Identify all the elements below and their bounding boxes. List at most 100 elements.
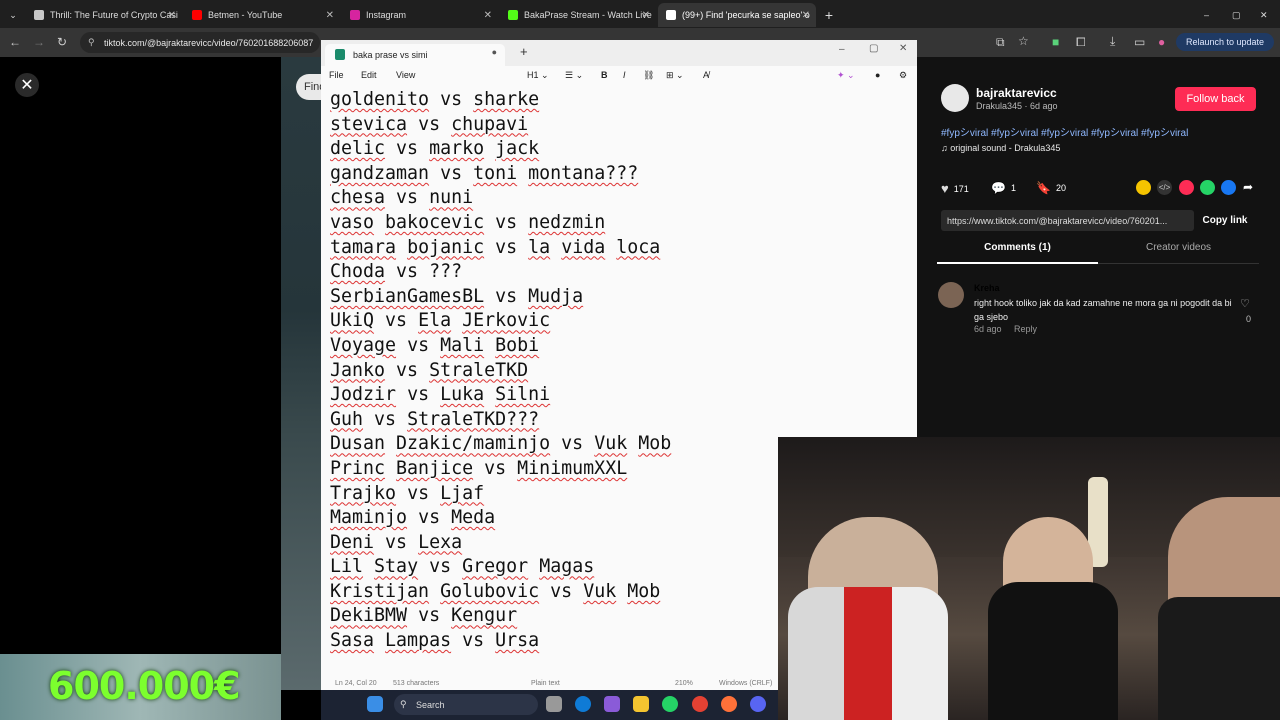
profile-icon[interactable]: ● bbox=[1158, 35, 1165, 49]
taskbar-search[interactable]: ⚲ Search bbox=[394, 694, 538, 715]
file-explorer-icon[interactable] bbox=[633, 696, 649, 712]
comment-bubble-icon: 💬 bbox=[991, 181, 1006, 195]
clear-format-icon[interactable]: A̸ bbox=[703, 70, 709, 80]
search-label: Search bbox=[416, 699, 445, 710]
close-tab-icon[interactable]: ✕ bbox=[642, 10, 650, 21]
tab-creator-videos[interactable]: Creator videos bbox=[1098, 242, 1259, 264]
text-line: Voyage vs Mali Bobi bbox=[330, 334, 540, 356]
embed-icon[interactable]: </> bbox=[1157, 180, 1172, 195]
close-video-button[interactable]: ✕ bbox=[15, 73, 39, 97]
notepad-close-icon[interactable]: ✕ bbox=[899, 43, 907, 54]
close-tab-icon[interactable]: ✕ bbox=[168, 10, 176, 21]
table-icon[interactable]: ⊞ ⌄ bbox=[666, 70, 684, 81]
cast-icon[interactable]: ⧉ bbox=[996, 35, 1005, 50]
save-count: 20 bbox=[1055, 183, 1066, 193]
extension-icon[interactable]: ■ bbox=[1052, 35, 1059, 49]
tab-comments[interactable]: Comments (1) bbox=[937, 242, 1098, 264]
copilot-icon[interactable]: ✦ ⌄ bbox=[837, 70, 855, 81]
download-icon[interactable]: ⤓ bbox=[1110, 34, 1115, 49]
send-icon[interactable] bbox=[1179, 180, 1194, 195]
share-arrow-icon[interactable]: ➦ bbox=[1243, 180, 1258, 195]
video-link-field[interactable]: https://www.tiktok.com/@bajraktarevicc/v… bbox=[941, 210, 1194, 231]
notepad-app-icon bbox=[335, 49, 345, 60]
tab-youtube[interactable]: Betmen - YouTube ✕ bbox=[184, 3, 340, 27]
reply-button[interactable]: Reply bbox=[1014, 324, 1037, 334]
heading-select[interactable]: H1 ⌄ bbox=[527, 70, 549, 81]
facebook-icon[interactable] bbox=[1221, 180, 1236, 195]
chrome-icon[interactable] bbox=[692, 696, 708, 712]
new-tab-button[interactable]: + bbox=[820, 3, 838, 27]
comment-text: right hook toliko jak da kad zamahne ne … bbox=[974, 298, 1232, 322]
bold-icon[interactable]: B bbox=[601, 70, 608, 80]
commenter-avatar[interactable] bbox=[938, 282, 964, 308]
close-tab-icon[interactable]: ✕ bbox=[802, 10, 810, 21]
discord-icon[interactable] bbox=[750, 696, 766, 712]
notepad-titlebar: baka prase vs simi ● + – ▢ ✕ bbox=[321, 40, 917, 66]
italic-icon[interactable]: I bbox=[623, 70, 626, 80]
link-icon[interactable]: ⛓ bbox=[643, 70, 654, 81]
back-icon[interactable]: ← bbox=[9, 35, 21, 49]
minimize-icon[interactable]: – bbox=[1196, 3, 1216, 27]
whatsapp-taskbar-icon[interactable] bbox=[662, 696, 678, 712]
address-bar[interactable]: ⚲ tiktok.com/@bajraktarevicc/video/76020… bbox=[80, 32, 320, 53]
follow-back-button[interactable]: Follow back bbox=[1175, 87, 1256, 111]
close-tab-icon[interactable]: ✕ bbox=[484, 10, 492, 21]
sound-link[interactable]: ♫ original sound - Drakula345 bbox=[941, 143, 1060, 153]
bookmark-star-icon[interactable]: ☆ bbox=[1018, 34, 1029, 48]
tab-tiktok[interactable]: (99+) Find 'pecurka se sapleo' o ✕ bbox=[658, 3, 816, 27]
windows-start-icon[interactable] bbox=[367, 696, 383, 712]
bookmark-icon: 🔖 bbox=[1036, 181, 1051, 195]
settings-gear-icon[interactable]: ⚙ bbox=[899, 70, 907, 81]
account-icon[interactable]: ● bbox=[875, 70, 880, 80]
comment-stat[interactable]: 💬 1 bbox=[991, 181, 1016, 195]
avatar[interactable] bbox=[941, 84, 969, 112]
task-view-icon[interactable] bbox=[546, 696, 562, 712]
search-icon: ⚲ bbox=[400, 699, 407, 709]
kick-favicon-icon bbox=[508, 10, 518, 20]
tab-search-chevron-icon[interactable]: ⌄ bbox=[4, 3, 22, 27]
tiktok-favicon-icon bbox=[666, 10, 676, 20]
comment-count: 1 bbox=[1010, 183, 1016, 193]
site-info-icon[interactable]: ⚲ bbox=[88, 37, 95, 48]
menu-edit[interactable]: Edit bbox=[361, 70, 377, 80]
menu-view[interactable]: View bbox=[396, 70, 415, 80]
firefox-icon[interactable] bbox=[721, 696, 737, 712]
tab-label: (99+) Find 'pecurka se sapleo' o bbox=[682, 10, 810, 20]
list-icon[interactable]: ☰ ⌄ bbox=[565, 70, 583, 81]
close-window-icon[interactable]: ✕ bbox=[1252, 3, 1272, 27]
notepad-tab[interactable]: baka prase vs simi ● bbox=[325, 44, 505, 66]
whatsapp-icon[interactable] bbox=[1200, 180, 1215, 195]
sidepanel-icon[interactable]: ▭ bbox=[1134, 35, 1145, 49]
copilot-taskbar-icon[interactable] bbox=[604, 696, 620, 712]
text-line: goldenito vs sharke bbox=[330, 89, 540, 110]
new-tab-plus-icon[interactable]: + bbox=[520, 44, 528, 59]
tab-kick[interactable]: BakaPrase Stream - Watch Live ✕ bbox=[500, 3, 656, 27]
maximize-icon[interactable]: ▢ bbox=[1224, 3, 1244, 27]
relaunch-button[interactable]: Relaunch to update bbox=[1176, 33, 1274, 51]
copy-link-button[interactable]: Copy link bbox=[1196, 210, 1254, 231]
video-frame bbox=[281, 57, 321, 690]
comment-heart-icon[interactable]: ♡ bbox=[1240, 297, 1250, 310]
close-tab-icon[interactable]: ✕ bbox=[326, 10, 334, 21]
creator-subline: Drakula345 · 6d ago bbox=[976, 101, 1058, 111]
notepad-maximize-icon[interactable]: ▢ bbox=[869, 43, 878, 54]
tab-instagram[interactable]: Instagram ✕ bbox=[342, 3, 498, 27]
forward-icon[interactable]: → bbox=[33, 35, 45, 49]
notepad-minimize-icon[interactable]: – bbox=[839, 44, 845, 55]
video-hashtags[interactable]: #fypシviral #fypシviral #fypシviral #fypシvi… bbox=[941, 124, 1188, 139]
puzzle-icon[interactable]: ⧠ bbox=[1076, 35, 1086, 50]
text-line: gandzaman vs toni montana??? bbox=[330, 162, 639, 184]
person-middle-shirt bbox=[988, 582, 1118, 720]
tab-thrill[interactable]: Thrill: The Future of Crypto Casi ✕ bbox=[26, 3, 182, 27]
text-line: tamara bojanic vs la vida loca bbox=[330, 236, 661, 258]
creator-username[interactable]: bajraktarevicc bbox=[976, 86, 1057, 100]
edge-icon[interactable] bbox=[575, 696, 591, 712]
commenter-name[interactable]: Kreha bbox=[974, 283, 1000, 293]
menu-file[interactable]: File bbox=[329, 70, 344, 80]
reload-icon[interactable]: ↻ bbox=[57, 35, 67, 49]
like-stat[interactable]: ♥ 171 bbox=[941, 181, 969, 196]
text-line: SerbianGamesBL vs Mudja bbox=[330, 285, 584, 307]
comment-like-count: 0 bbox=[1246, 314, 1252, 324]
save-stat[interactable]: 🔖 20 bbox=[1036, 181, 1066, 195]
coin-share-icon[interactable] bbox=[1136, 180, 1151, 195]
